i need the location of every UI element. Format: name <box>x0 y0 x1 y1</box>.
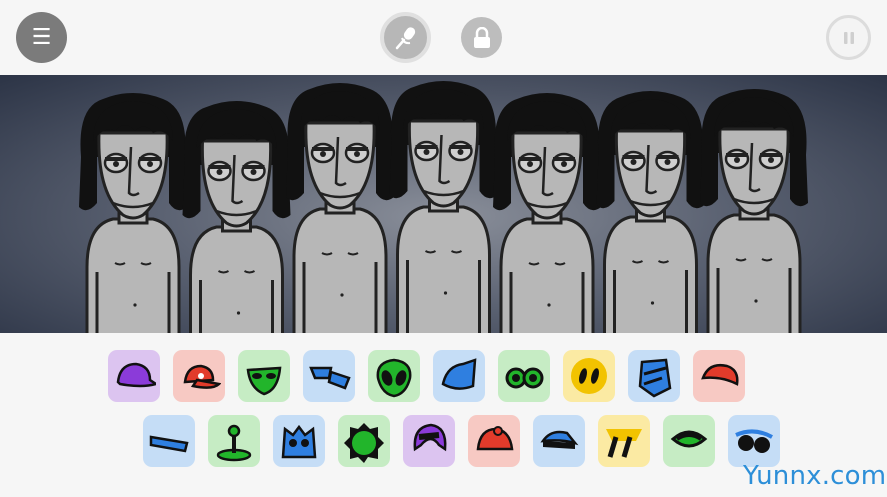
blue-sunglasses-icon <box>735 429 773 453</box>
palette-tile-blue-helmet[interactable] <box>433 350 485 402</box>
blue-cap-icon <box>540 430 579 449</box>
palette-tile-yellow-slash-eyes[interactable] <box>598 415 650 467</box>
palette-tile-blue-robot-head[interactable] <box>628 350 680 402</box>
purple-cap-icon <box>116 362 156 388</box>
palette-tile-green-visor[interactable] <box>663 415 715 467</box>
blue-monster-face-icon <box>281 424 317 459</box>
character-stage <box>0 75 887 333</box>
palette-tile-red-beret[interactable] <box>693 350 745 402</box>
pause-button[interactable] <box>826 15 871 60</box>
watermark-text: Yunnx.com <box>743 461 887 491</box>
green-alien-head-icon <box>376 358 412 398</box>
palette-tile-green-blob[interactable] <box>338 415 390 467</box>
green-blob-icon <box>344 423 384 463</box>
character-2[interactable] <box>182 101 291 333</box>
palette-tile-red-cap[interactable] <box>173 350 225 402</box>
pause-icon <box>843 31 854 44</box>
green-alien-face-icon <box>246 366 282 396</box>
character-3[interactable] <box>286 83 394 333</box>
palette-tile-green-alien-face[interactable] <box>238 350 290 402</box>
menu-icon: ☰ <box>31 25 52 50</box>
yellow-eyes-icon <box>571 358 607 394</box>
red-helmet-icon <box>476 426 514 451</box>
palette-tile-blue-headband[interactable] <box>143 415 195 467</box>
green-visor-icon <box>670 430 708 448</box>
character-1[interactable] <box>79 93 187 333</box>
character-6[interactable] <box>596 91 705 333</box>
palette-tile-blue-glasses[interactable] <box>303 350 355 402</box>
blue-robot-head-icon <box>638 358 672 398</box>
palette-tile-green-alien-head[interactable] <box>368 350 420 402</box>
character-5[interactable] <box>493 93 601 333</box>
palette-tile-purple-cap[interactable] <box>108 350 160 402</box>
red-cap-icon <box>183 364 221 389</box>
lock-icon <box>473 26 490 48</box>
blue-glasses-icon <box>309 366 351 390</box>
microphone-icon <box>395 26 415 49</box>
palette-tile-red-helmet[interactable] <box>468 415 520 467</box>
palette-tile-green-goggles[interactable] <box>498 350 550 402</box>
lock-button[interactable] <box>461 17 502 58</box>
game-screen: ☰ Yunnx.com <box>0 0 887 497</box>
green-joystick-icon <box>216 424 252 462</box>
palette-tile-blue-sunglasses[interactable] <box>728 415 780 467</box>
palette-tile-purple-hood[interactable] <box>403 415 455 467</box>
yellow-slash-eyes-icon <box>606 429 642 458</box>
character-4[interactable] <box>389 81 498 333</box>
red-beret-icon <box>701 364 739 386</box>
characters-layer <box>79 81 808 333</box>
palette-tile-green-joystick[interactable] <box>208 415 260 467</box>
palette-tile-blue-cap[interactable] <box>533 415 585 467</box>
record-button[interactable] <box>380 12 431 63</box>
character-7[interactable] <box>700 89 808 333</box>
top-toolbar: ☰ <box>0 0 887 75</box>
palette-tile-yellow-eyes[interactable] <box>563 350 615 402</box>
blue-helmet-icon <box>441 358 477 390</box>
green-goggles-icon <box>505 367 544 389</box>
blue-headband-icon <box>149 435 189 453</box>
menu-button[interactable]: ☰ <box>16 12 67 63</box>
palette-tile-blue-monster-face[interactable] <box>273 415 325 467</box>
purple-hood-icon <box>413 423 447 452</box>
